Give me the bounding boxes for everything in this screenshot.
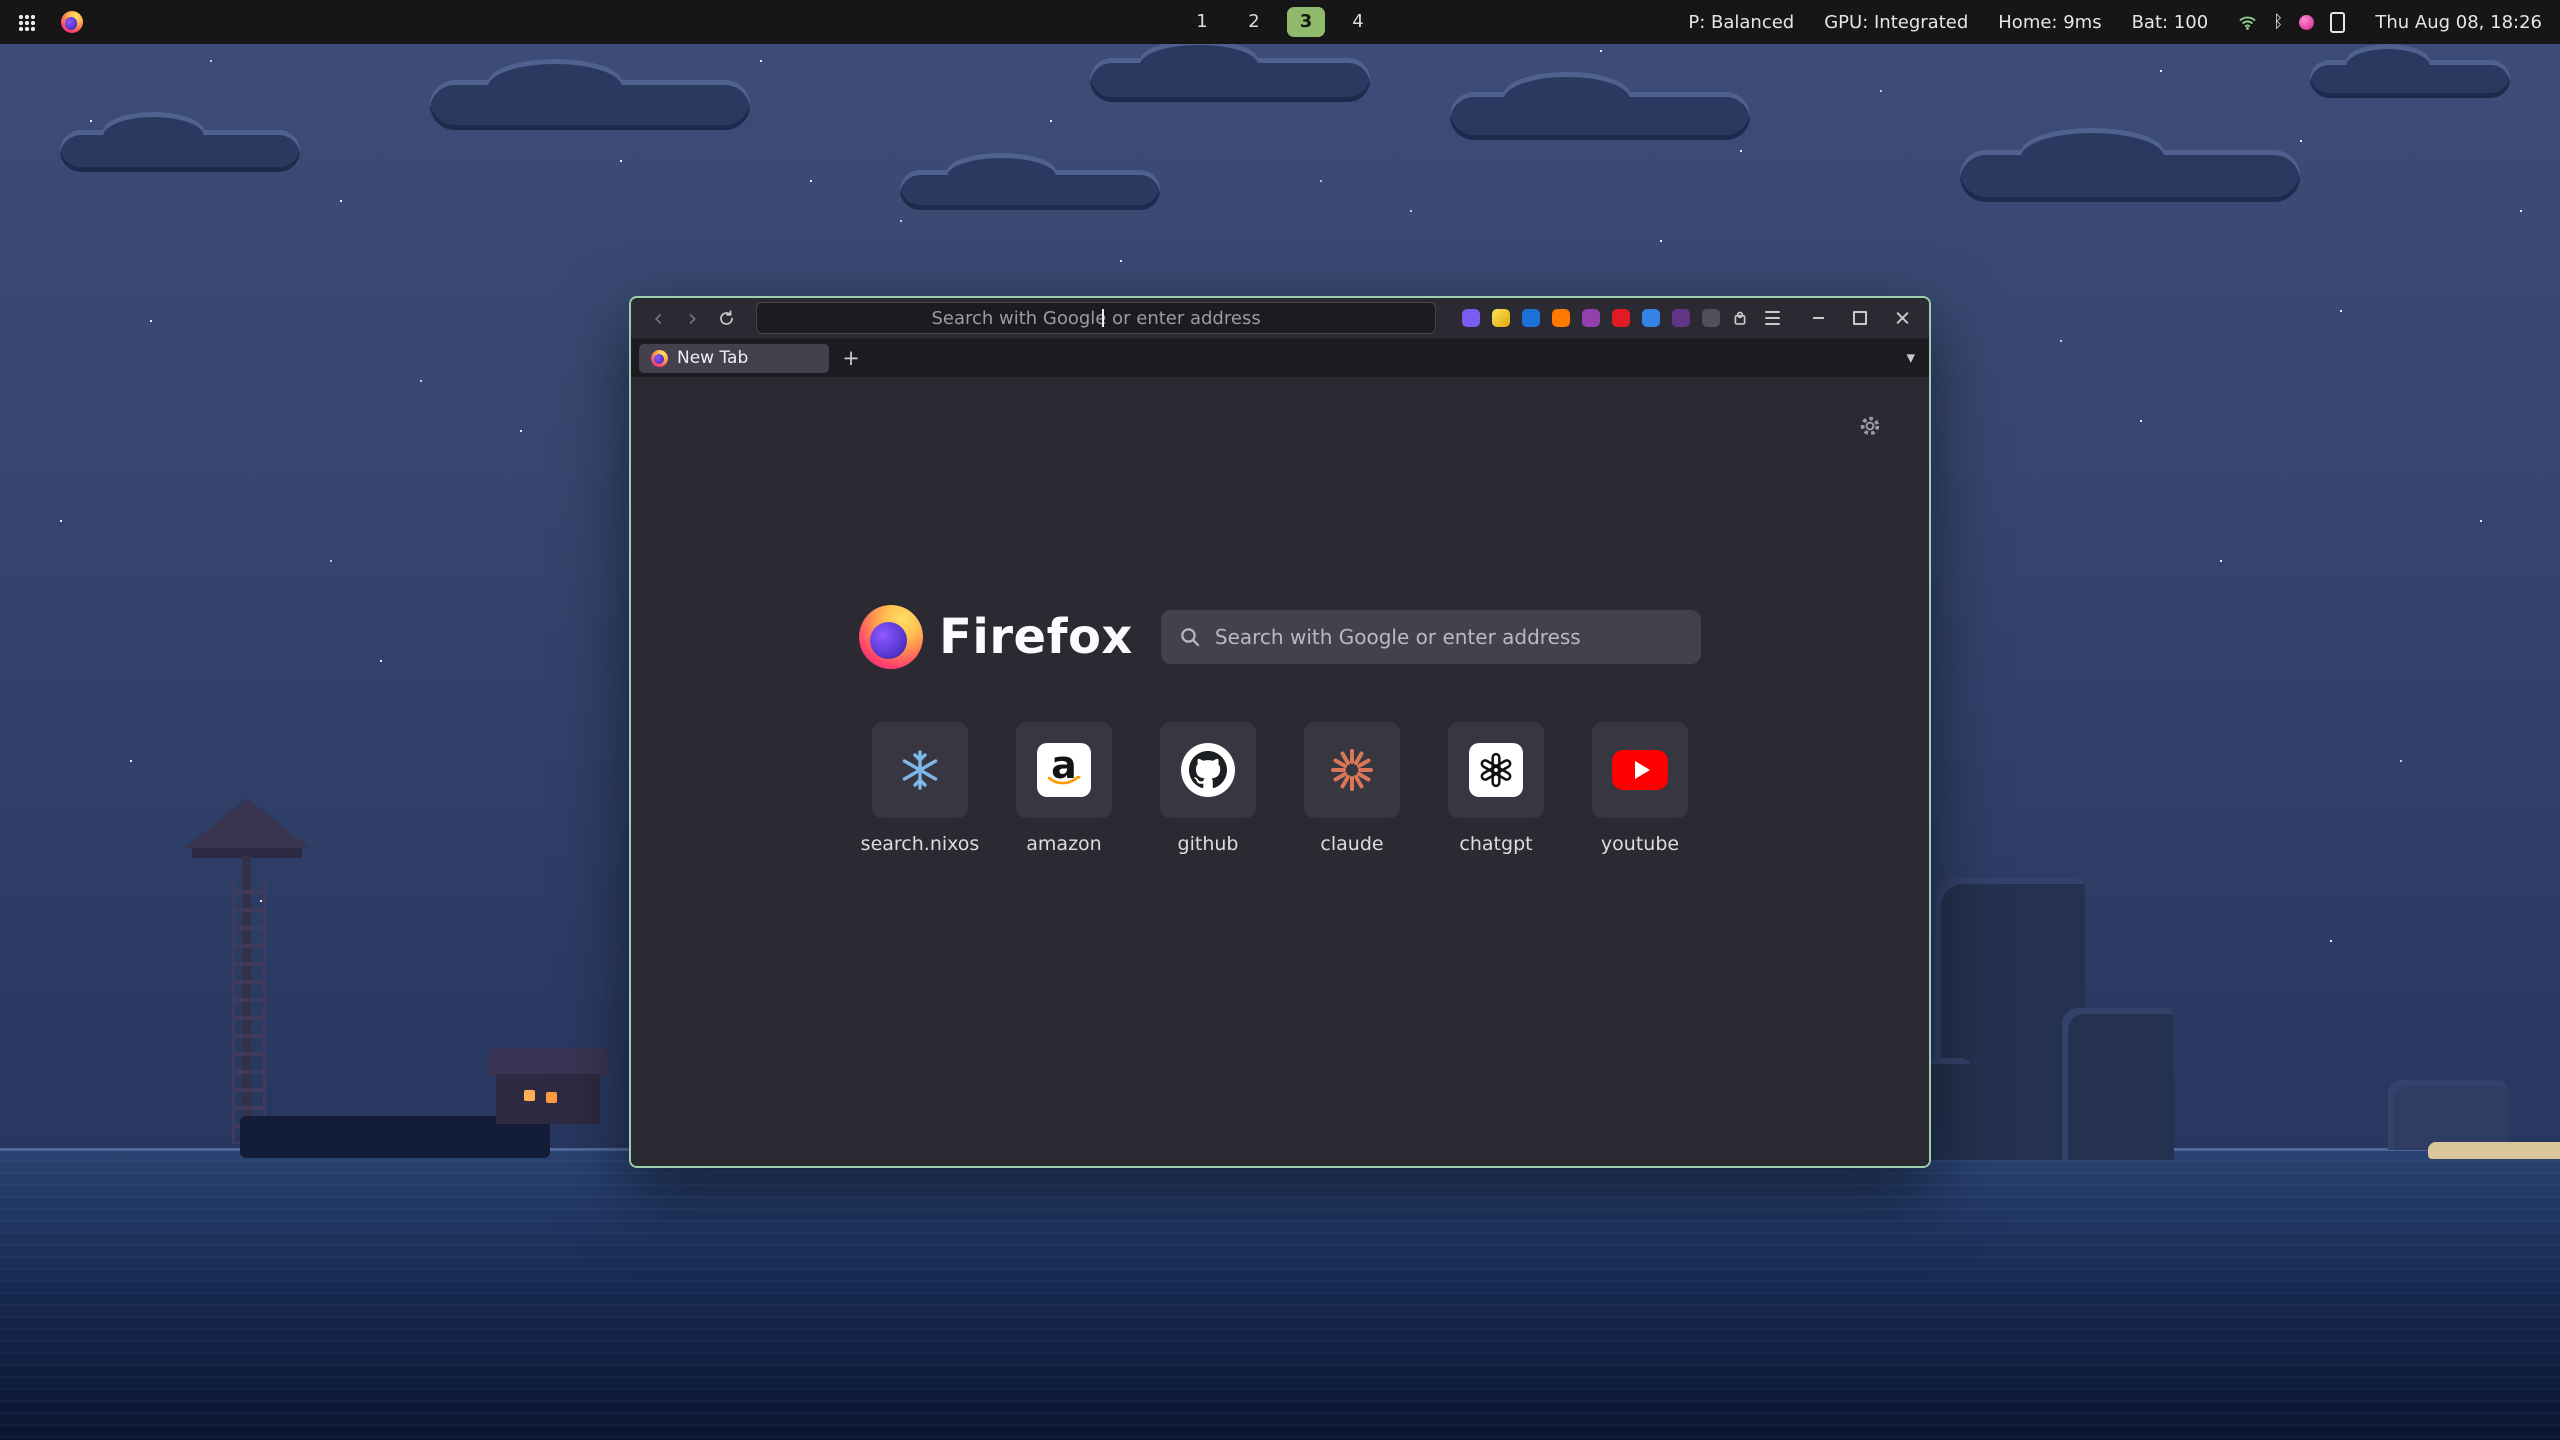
amazon-icon[interactable]: a bbox=[1016, 722, 1112, 818]
list-all-tabs-chevron[interactable]: ▾ bbox=[1906, 348, 1915, 368]
workspace-1[interactable]: 1 bbox=[1183, 7, 1221, 37]
claude-icon[interactable] bbox=[1304, 722, 1400, 818]
newtab-hero: Firefox bbox=[631, 605, 1929, 669]
system-tray: ᛒ bbox=[2238, 12, 2345, 33]
clock: Thu Aug 08, 18:26 bbox=[2375, 12, 2542, 33]
shortcut-label: search.nixos bbox=[861, 833, 980, 855]
wallpaper-cloud bbox=[2310, 60, 2510, 98]
wallpaper-cloud bbox=[1090, 58, 1370, 102]
wallpaper-rock bbox=[2388, 1080, 2508, 1150]
extensions-puzzle-icon[interactable] bbox=[1728, 305, 1752, 331]
wallpaper-ocean bbox=[0, 1148, 2560, 1440]
newtab-page: Firefox bbox=[631, 377, 1929, 1166]
firefox-logo bbox=[859, 605, 923, 669]
url-bar[interactable] bbox=[756, 302, 1436, 334]
browser-toolbar: ‹ › bbox=[631, 298, 1929, 339]
back-button[interactable]: ‹ bbox=[645, 304, 671, 332]
firefox-favicon bbox=[651, 350, 668, 367]
wallpaper-cloud bbox=[430, 80, 750, 130]
wallpaper-watchtower bbox=[160, 790, 360, 1160]
topbar-status: P: Balanced GPU: Integrated Home: 9ms Ba… bbox=[1688, 12, 2560, 33]
wallpaper-cloud bbox=[900, 170, 1160, 210]
color-profile-icon[interactable] bbox=[2299, 15, 2314, 30]
workspace-2[interactable]: 2 bbox=[1235, 7, 1273, 37]
maximize-button[interactable] bbox=[1849, 307, 1871, 329]
battery-status: Bat: 100 bbox=[2132, 12, 2209, 33]
search-icon bbox=[1179, 626, 1201, 648]
shortcut-claude[interactable]: claude bbox=[1304, 722, 1400, 855]
shortcuts-row: search.nixos a amazon bbox=[631, 722, 1929, 855]
shortcut-label: github bbox=[1178, 833, 1239, 855]
device-icon[interactable] bbox=[2330, 12, 2345, 33]
workspace-switcher: 1 2 3 4 bbox=[1183, 7, 1377, 37]
shortcut-github[interactable]: github bbox=[1160, 722, 1256, 855]
youtube-icon[interactable] bbox=[1592, 722, 1688, 818]
close-button[interactable] bbox=[1891, 307, 1913, 329]
extension-icon-2[interactable] bbox=[1492, 309, 1510, 327]
forward-button[interactable]: › bbox=[679, 304, 705, 332]
newtab-search[interactable] bbox=[1161, 610, 1701, 664]
shortcut-youtube[interactable]: youtube bbox=[1592, 722, 1688, 855]
nixos-icon[interactable] bbox=[872, 722, 968, 818]
workspace-3-active[interactable]: 3 bbox=[1287, 7, 1325, 37]
extension-icons bbox=[1462, 309, 1720, 327]
firefox-launcher-icon[interactable] bbox=[61, 11, 83, 33]
topbar-left bbox=[0, 11, 83, 33]
extension-icon-9[interactable] bbox=[1702, 309, 1720, 327]
apps-grid-icon[interactable] bbox=[18, 14, 35, 31]
window-controls bbox=[1807, 307, 1913, 329]
home-ping-status: Home: 9ms bbox=[1998, 12, 2101, 33]
reload-button[interactable] bbox=[714, 304, 740, 332]
wallpaper-hut bbox=[488, 1048, 608, 1128]
shortcut-chatgpt[interactable]: chatgpt bbox=[1448, 722, 1544, 855]
wallpaper-cloud bbox=[1960, 150, 2300, 202]
tab-label: New Tab bbox=[677, 348, 748, 368]
bluetooth-icon[interactable]: ᛒ bbox=[2273, 12, 2283, 32]
extension-icon-7[interactable] bbox=[1642, 309, 1660, 327]
firefox-window: ‹ › bbox=[629, 296, 1931, 1168]
extension-icon-5[interactable] bbox=[1582, 309, 1600, 327]
url-input[interactable] bbox=[757, 307, 1435, 330]
firefox-wordmark: Firefox bbox=[939, 609, 1133, 665]
extension-icon-1[interactable] bbox=[1462, 309, 1480, 327]
wallpaper-rock bbox=[2062, 1008, 2174, 1160]
tab-new-tab[interactable]: New Tab bbox=[639, 344, 829, 373]
shortcut-label: youtube bbox=[1601, 833, 1679, 855]
personalize-gear-icon[interactable] bbox=[1855, 411, 1885, 441]
wallpaper-cloud bbox=[60, 130, 300, 172]
shortcut-label: chatgpt bbox=[1459, 833, 1532, 855]
newtab-search-input[interactable] bbox=[1213, 624, 1683, 650]
shortcut-label: claude bbox=[1320, 833, 1383, 855]
menu-hamburger-icon[interactable] bbox=[1761, 305, 1785, 331]
tab-strip: New Tab + ▾ bbox=[631, 339, 1929, 377]
gpu-status: GPU: Integrated bbox=[1824, 12, 1968, 33]
text-caret bbox=[1102, 309, 1104, 327]
extension-icon-8[interactable] bbox=[1672, 309, 1690, 327]
extension-icon-3[interactable] bbox=[1522, 309, 1540, 327]
wallpaper-sand-strip bbox=[2428, 1142, 2560, 1159]
wallpaper-cloud bbox=[1450, 92, 1750, 140]
wifi-icon[interactable] bbox=[2238, 13, 2257, 31]
extension-icon-6[interactable] bbox=[1612, 309, 1630, 327]
shortcut-amazon[interactable]: a amazon bbox=[1016, 722, 1112, 855]
minimize-button[interactable] bbox=[1807, 307, 1829, 329]
power-profile-status: P: Balanced bbox=[1688, 12, 1794, 33]
chatgpt-icon[interactable] bbox=[1448, 722, 1544, 818]
extension-icon-4[interactable] bbox=[1552, 309, 1570, 327]
github-icon[interactable] bbox=[1160, 722, 1256, 818]
new-tab-button[interactable]: + bbox=[837, 344, 865, 372]
workspace-4[interactable]: 4 bbox=[1339, 7, 1377, 37]
shortcut-label: amazon bbox=[1026, 833, 1101, 855]
topbar: 1 2 3 4 P: Balanced GPU: Integrated Home… bbox=[0, 0, 2560, 44]
shortcut-search-nixos[interactable]: search.nixos bbox=[872, 722, 968, 855]
